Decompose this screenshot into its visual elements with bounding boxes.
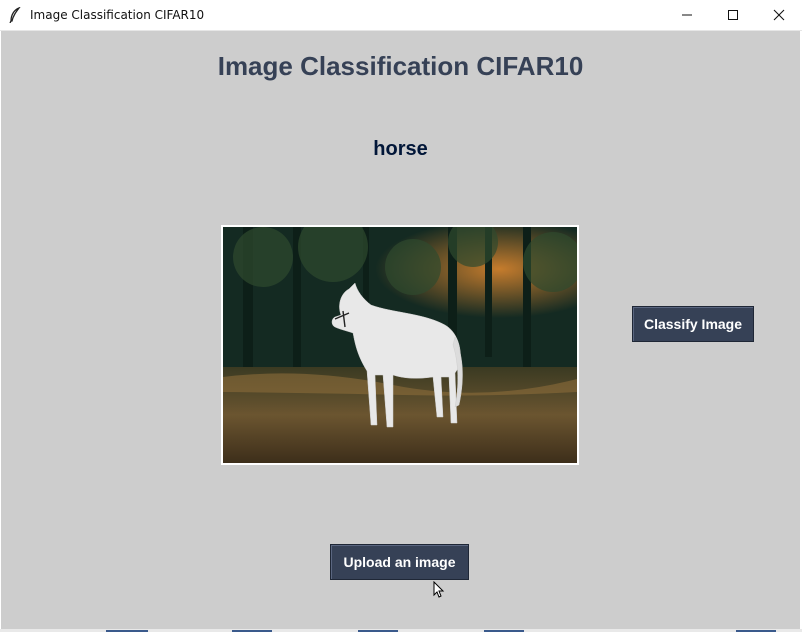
horse-photo bbox=[223, 227, 577, 463]
minimize-icon bbox=[682, 14, 692, 16]
uploaded-image bbox=[221, 225, 579, 465]
classify-image-button[interactable]: Classify Image bbox=[632, 306, 754, 342]
minimize-button[interactable] bbox=[664, 0, 710, 30]
close-button[interactable] bbox=[756, 0, 802, 30]
maximize-button[interactable] bbox=[710, 0, 756, 30]
app-window-body: Image Classification CIFAR10 horse Class… bbox=[1, 31, 800, 629]
window-title: Image Classification CIFAR10 bbox=[30, 8, 205, 22]
close-icon bbox=[773, 9, 785, 21]
window-titlebar[interactable]: Image Classification CIFAR10 bbox=[0, 0, 802, 31]
maximize-icon bbox=[728, 10, 738, 20]
prediction-label: horse bbox=[373, 138, 428, 160]
page-title: Image Classification CIFAR10 bbox=[217, 51, 584, 81]
mouse-cursor-icon bbox=[433, 581, 445, 598]
feather-icon bbox=[9, 7, 21, 23]
upload-image-button[interactable]: Upload an image bbox=[330, 544, 469, 580]
